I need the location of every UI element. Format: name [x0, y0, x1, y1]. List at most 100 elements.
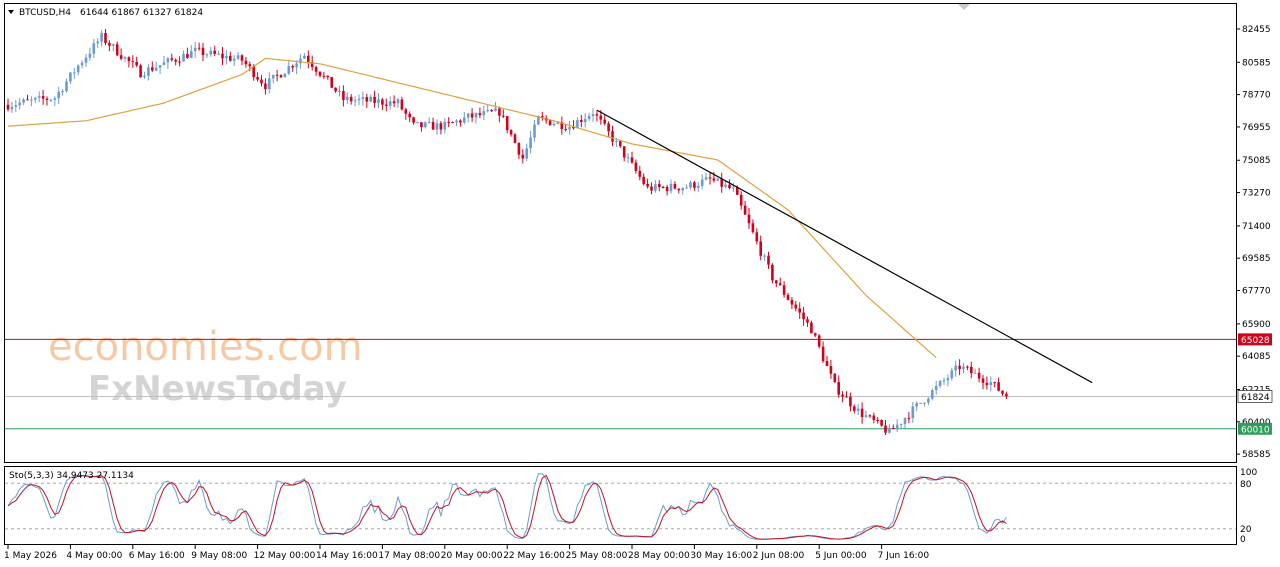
candle-bull: [911, 406, 915, 419]
candle-bull: [716, 178, 720, 181]
candle-bear: [502, 115, 505, 117]
candle-bull: [205, 54, 209, 56]
chart-shift-marker-icon[interactable]: [958, 4, 970, 10]
candle-bull: [923, 402, 926, 404]
time-tick-label: 4 May 00:00: [66, 551, 122, 561]
candle-bull: [954, 365, 957, 371]
candle-bear: [139, 65, 142, 78]
candle-bull: [895, 424, 899, 429]
candle-bear: [505, 116, 509, 131]
candle-bear: [829, 366, 833, 374]
candle-bull: [989, 382, 993, 386]
candle-bull: [112, 44, 115, 46]
price-tick-label: 80585: [1242, 58, 1271, 68]
time-tick-label: 28 May 00:00: [628, 551, 690, 561]
time-tick-label: 30 May 16:00: [690, 551, 752, 561]
candle-bear: [907, 418, 911, 420]
candle-bull: [435, 123, 439, 130]
candle-bull: [162, 62, 166, 66]
candle-bull: [369, 96, 372, 102]
candle-bear: [548, 120, 552, 126]
candle-bull: [361, 97, 365, 99]
time-tick-label: 12 May 00:00: [254, 551, 316, 561]
candle-bull: [158, 65, 162, 68]
candle-bear: [151, 67, 154, 71]
candle-bear: [318, 71, 322, 76]
time-tick-label: 17 May 08:00: [378, 551, 440, 561]
candle-bull: [209, 50, 213, 55]
candle-bull: [704, 177, 708, 180]
candle-bear: [884, 425, 887, 433]
candle-bear: [213, 50, 216, 54]
candle-bear: [619, 141, 622, 147]
candle-bear: [108, 42, 111, 46]
candle-bull: [193, 47, 197, 52]
symbol-dropdown-icon[interactable]: [8, 10, 14, 14]
candle-bull: [927, 398, 930, 403]
candle-bear: [580, 120, 583, 123]
candle-bear: [825, 361, 829, 367]
candle-bear: [845, 396, 848, 398]
candle-bear: [26, 99, 29, 101]
candle-bear: [849, 396, 852, 407]
candle-bull: [427, 121, 431, 123]
candle-bull: [147, 67, 150, 76]
level-tag-label-resistance: 65028: [1241, 336, 1270, 346]
candle-bull: [182, 53, 185, 62]
symbol-label: BTCUSD,H4: [19, 8, 71, 18]
candle-bull: [287, 66, 291, 74]
candle-bull: [950, 370, 954, 379]
candle-bull: [615, 141, 618, 143]
candle-bear: [739, 194, 743, 206]
candle-bear: [642, 176, 645, 184]
price-tick-label: 76955: [1242, 123, 1271, 133]
candle-bull: [80, 62, 84, 66]
trendline[interactable]: [596, 109, 1093, 384]
candle-bear: [509, 130, 513, 135]
time-tick-label: 6 May 16:00: [129, 551, 185, 561]
candle-bull: [856, 408, 860, 411]
moving-average-line: [7, 57, 937, 359]
candle-bear: [599, 115, 603, 120]
candle-bear: [135, 62, 138, 66]
candle-bear: [759, 241, 762, 256]
candle-bear: [794, 304, 798, 309]
candle-bear: [201, 47, 205, 56]
candle-bear: [119, 55, 123, 59]
candle-bear: [275, 74, 279, 76]
candle-bear: [665, 187, 669, 192]
candle-bull: [455, 120, 458, 123]
candle-bull: [697, 185, 700, 188]
candle-bear: [786, 294, 790, 300]
candle-bear: [747, 214, 751, 224]
candle-bear: [603, 119, 606, 124]
candle-bear: [45, 98, 49, 100]
candle-bear: [248, 64, 252, 67]
candle-bear: [256, 77, 259, 80]
moving-average-series: [7, 57, 937, 359]
candle-bear: [385, 104, 388, 106]
candle-bull: [69, 72, 72, 82]
price-tick-label: 64085: [1242, 352, 1271, 362]
candle-bear: [630, 157, 634, 163]
level-tag-label-current: 61824: [1241, 393, 1270, 403]
candle-bear: [478, 113, 482, 116]
candle-bear: [104, 32, 107, 43]
price-chart[interactable]: economies.com FxNewsToday 82455 80585 7877…: [0, 0, 1280, 567]
candle-bear: [677, 188, 681, 191]
candle-bear: [322, 75, 326, 77]
candle-bull: [357, 98, 361, 101]
time-axis: 1 May 2026 4 May 00:00 6 May 16:00 9 May 08…: [4, 545, 929, 561]
candle-bull: [61, 91, 64, 93]
candle-bear: [41, 96, 45, 99]
candle-bear: [708, 177, 712, 179]
time-tick-label: 5 Jun 00:00: [815, 551, 867, 561]
candle-bear: [798, 308, 801, 313]
candle-bear: [658, 184, 661, 188]
candle-bull: [494, 108, 497, 112]
candle-bull: [123, 57, 127, 59]
candle-bear: [260, 79, 263, 84]
candle-bull: [486, 110, 489, 112]
candle-bear: [802, 312, 805, 320]
candle-bear: [314, 67, 318, 72]
